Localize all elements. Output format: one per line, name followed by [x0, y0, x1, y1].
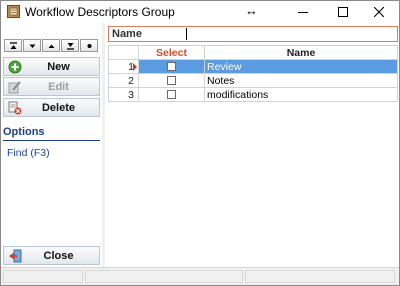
- minimize-icon: [298, 12, 308, 13]
- name-cell[interactable]: Review: [204, 59, 398, 74]
- edit-icon: [8, 81, 21, 94]
- table-row[interactable]: 3 modifications: [108, 87, 398, 102]
- last-record-icon: [66, 42, 74, 50]
- name-filter-label: Name: [112, 28, 142, 40]
- delete-icon: [8, 101, 22, 115]
- row-number-header: [108, 45, 139, 60]
- dot-icon: [87, 43, 91, 48]
- status-panel: [245, 270, 395, 283]
- status-panel: [85, 270, 243, 283]
- name-cell[interactable]: Notes: [204, 73, 398, 88]
- last-record-button[interactable]: [61, 39, 79, 52]
- name-filter-input[interactable]: [185, 28, 395, 40]
- exit-door-icon: [9, 249, 22, 263]
- main-content: Name Select Name 1 Review 2 Notes 3 modi…: [105, 23, 399, 267]
- current-row-marker-icon: [133, 63, 137, 71]
- scroll-down-icon: [29, 44, 35, 48]
- first-record-button[interactable]: [4, 39, 22, 52]
- title-bar[interactable]: Workflow Descriptors Group ↔: [1, 1, 399, 23]
- minimize-button[interactable]: [283, 1, 323, 23]
- dot-button[interactable]: [80, 39, 98, 52]
- edit-button[interactable]: Edit: [3, 77, 100, 96]
- row-number: 2: [128, 74, 134, 87]
- scroll-up-button[interactable]: [42, 39, 60, 52]
- select-checkbox[interactable]: [167, 90, 176, 100]
- descriptors-grid: Select Name 1 Review 2 Notes 3 modificat…: [108, 45, 398, 102]
- close-button[interactable]: Close: [3, 246, 100, 265]
- workflow-app-icon: [7, 5, 20, 18]
- name-filter-row: Name: [108, 26, 398, 42]
- row-number-cell: 3: [108, 87, 139, 102]
- select-checkbox[interactable]: [167, 76, 176, 86]
- workflow-descriptors-window: Workflow Descriptors Group ↔ New Edit De…: [0, 0, 400, 286]
- left-action-panel: New Edit Delete Options Find (F3) Close: [1, 23, 102, 267]
- status-bar: [1, 267, 399, 285]
- new-button[interactable]: New: [3, 57, 100, 76]
- table-row[interactable]: 1 Review: [108, 59, 398, 74]
- find-link[interactable]: Find (F3): [7, 147, 50, 159]
- close-icon: [374, 7, 384, 17]
- select-cell[interactable]: [138, 87, 205, 102]
- row-number-cell: 1: [108, 59, 139, 74]
- select-column-header[interactable]: Select: [138, 45, 205, 60]
- row-number: 3: [128, 88, 134, 101]
- table-row[interactable]: 2 Notes: [108, 73, 398, 88]
- grid-header-row: Select Name: [108, 45, 398, 60]
- resize-arrows-icon: ↔: [245, 3, 258, 18]
- close-window-button[interactable]: [359, 1, 399, 23]
- scroll-up-icon: [48, 44, 54, 48]
- row-number-cell: 2: [108, 73, 139, 88]
- name-column-header[interactable]: Name: [204, 45, 398, 60]
- select-cell[interactable]: [138, 73, 205, 88]
- window-title: Workflow Descriptors Group: [25, 5, 175, 19]
- scroll-down-button[interactable]: [23, 39, 41, 52]
- delete-button[interactable]: Delete: [3, 98, 100, 117]
- maximize-button[interactable]: [323, 1, 363, 23]
- name-cell[interactable]: modifications: [204, 87, 398, 102]
- status-panel: [3, 270, 83, 283]
- first-record-icon: [9, 41, 17, 49]
- record-navigator: [4, 39, 100, 52]
- add-icon: [8, 60, 22, 74]
- maximize-icon: [338, 7, 348, 17]
- select-cell[interactable]: [138, 59, 205, 74]
- select-checkbox[interactable]: [167, 62, 176, 72]
- options-heading: Options: [3, 126, 100, 141]
